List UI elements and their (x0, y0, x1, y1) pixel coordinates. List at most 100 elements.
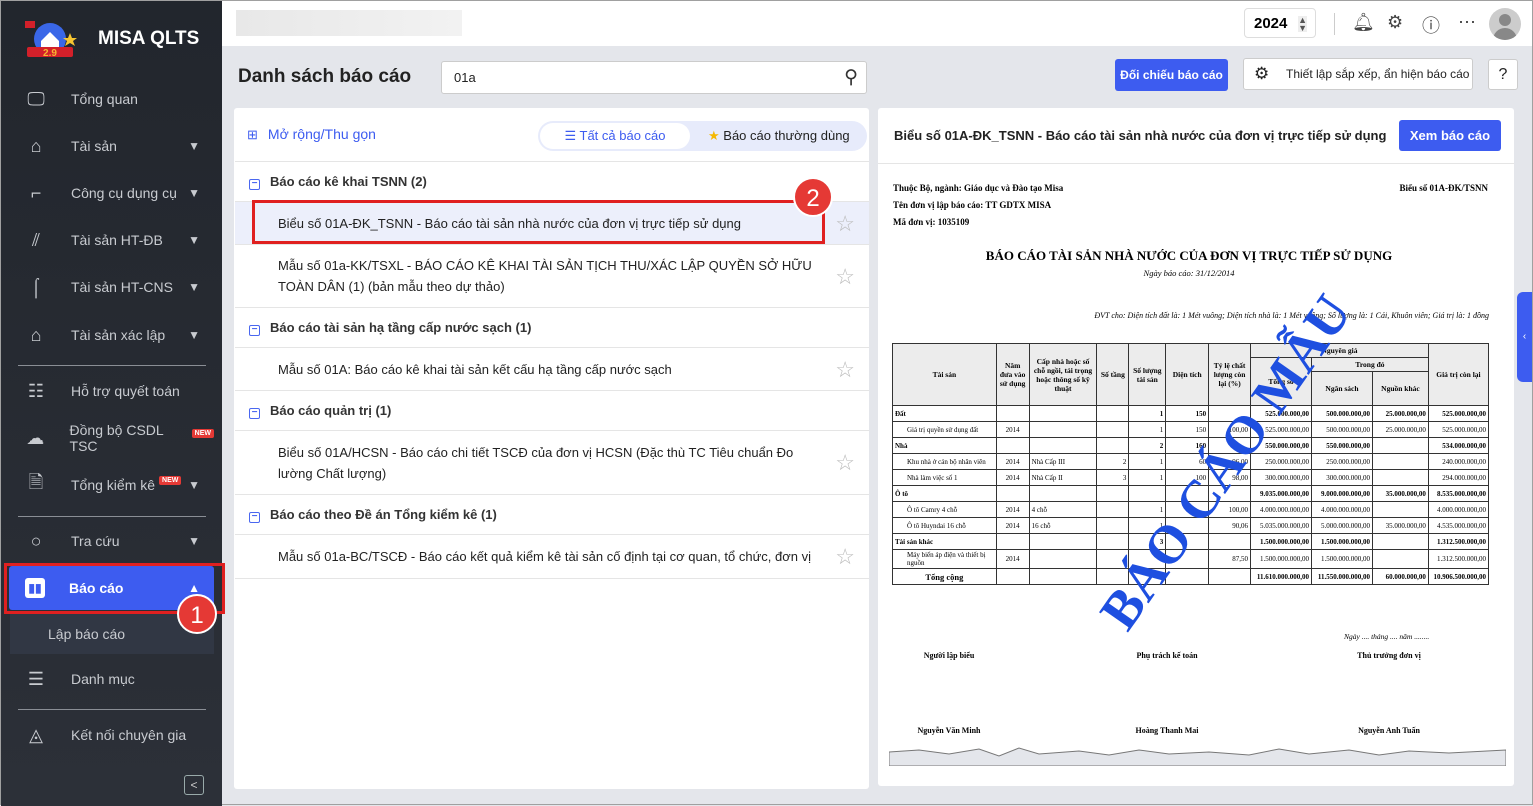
sidebar-item-expert[interactable]: ◬ Kết nối chuyên gia (9, 713, 214, 757)
report-group[interactable]: − Báo cáo kê khai TSNN (2) (235, 162, 869, 202)
list-icon: ☰ (564, 128, 580, 143)
doc-code: Mã đơn vị: 1035109 (893, 217, 970, 227)
gear-icon[interactable]: ⚙ (1387, 12, 1403, 33)
cell-other (1371, 453, 1429, 470)
sidebar-item-inventory[interactable]: 🗎 Tổng kiểm kê NEW ▼ (9, 463, 214, 507)
cell-budget: 9.000.000.000,00 (1311, 485, 1373, 502)
cell-year: 2014 (995, 469, 1030, 486)
report-item[interactable]: Mẫu số 01a-KK/TSXL - BÁO CÁO KÊ KHAI TÀI… (235, 245, 869, 308)
star-icon[interactable]: ☆ (835, 265, 855, 287)
sidebar: 2.9 MISA QLTS 🖵 Tổng quan ⌂ Tài sản ▼ ⌐ Công… (1, 1, 222, 806)
search-icon[interactable]: ⚲ (844, 66, 858, 89)
cell-floors (1096, 501, 1130, 518)
cell-year: 2014 (995, 501, 1030, 518)
sidebar-item-established-assets[interactable]: ⌂ Tài sản xác lập ▼ (9, 313, 214, 357)
chevron-down-icon: ▼ (188, 139, 200, 153)
cell-grade (1028, 421, 1098, 438)
help-icon[interactable]: ⓘ (1422, 12, 1440, 38)
report-group[interactable]: − Báo cáo quản trị (1) (235, 391, 869, 431)
cell-floors (1096, 437, 1130, 454)
sidebar-item-tools[interactable]: ⌐ Công cụ dụng cụ ▼ (9, 171, 214, 215)
star-icon[interactable]: ☆ (835, 212, 855, 234)
cell-grade: Nhà Cấp II (1028, 469, 1098, 486)
divider (18, 709, 206, 710)
expand-collapse-toggle[interactable]: ⊞ Mở rộng/Thu gọn (247, 126, 376, 143)
side-panel-toggle[interactable]: ‹ (1517, 292, 1532, 382)
search-input[interactable]: 01a ⚲ (441, 61, 867, 94)
house-car-icon: ⌂ (30, 324, 42, 345)
report-item[interactable]: Mẫu số 01A: Báo cáo kê khai tài sản kết … (235, 348, 869, 391)
tab-all-reports[interactable]: ☰ Tất cả báo cáo (540, 123, 690, 149)
report-item[interactable]: Biểu số 01A/HCSN - Báo cáo chi tiết TSCĐ… (235, 431, 869, 495)
signer-name: Hoàng Thanh Mai (1135, 726, 1199, 735)
more-icon[interactable]: ⋯ (1458, 12, 1476, 33)
sidebar-item-lookup[interactable]: ○ Tra cứu ▼ (9, 519, 214, 563)
sidebar-item-catalog[interactable]: ☰ Danh mục (9, 657, 214, 701)
report-filter-toggle: ☰ Tất cả báo cáo ★ Báo cáo thường dùng (538, 121, 867, 151)
sidebar-item-label: Hỗ trợ quyết toán (71, 383, 180, 399)
report-item[interactable]: Mẫu số 01a-BC/TSCĐ - Báo cáo kết quả kiể… (235, 535, 869, 579)
star-icon[interactable]: ☆ (835, 358, 855, 380)
search-value: 01a (454, 70, 476, 85)
bell-icon[interactable]: 🔔︎ (1352, 12, 1375, 33)
year-stepper[interactable]: 2024 ▲ ▼ (1244, 8, 1316, 38)
report-group[interactable]: − Báo cáo theo Đề án Tổng kiểm kê (1) (235, 495, 869, 535)
cell-remaining: 1.312.500.000,00 (1427, 549, 1490, 569)
sidebar-item-label: Tài sản HT-CNS (71, 279, 173, 295)
monitor-chart-icon: 🖵 (27, 88, 45, 109)
chevron-down-icon: ▼ (188, 328, 200, 342)
water-pipe-icon: ⌠ (30, 276, 42, 297)
tab-favorite-reports[interactable]: ★ Báo cáo thường dùng (708, 121, 850, 151)
cell-budget: 300.000.000,00 (1311, 469, 1373, 486)
minus-square-icon[interactable]: − (249, 408, 260, 419)
sidebar-item-label: Tổng quan (71, 91, 138, 107)
col-floors: Số tầng (1096, 343, 1130, 406)
signer-role: Phụ trách kế toán (1136, 651, 1198, 660)
cell-other (1371, 501, 1429, 518)
sidebar-item-sync[interactable]: ☁ Đồng bộ CSDL TSC NEW (9, 416, 214, 460)
spinner-icon[interactable]: ▲ ▼ (1298, 16, 1307, 33)
cell-budget: 250.000.000,00 (1311, 453, 1373, 470)
star-icon[interactable]: ☆ (835, 546, 855, 568)
sidebar-item-water-infra[interactable]: ⌠ Tài sản HT-CNS ▼ (9, 265, 214, 309)
sidebar-item-road-infra[interactable]: ⫽ Tài sản HT-ĐB ▼ (9, 218, 214, 262)
sidebar-item-overview[interactable]: 🖵 Tổng quan (9, 77, 214, 121)
compare-reports-button[interactable]: Đối chiếu báo cáo (1115, 59, 1228, 91)
report-settings-button[interactable]: ⚙ Thiết lập sắp xếp, ẩn hiện báo cáo (1243, 58, 1473, 90)
cell-floors (1096, 421, 1130, 438)
cell-grade: 4 chỗ (1028, 501, 1098, 518)
sidebar-item-assets[interactable]: ⌂ Tài sản ▼ (9, 124, 214, 168)
cell-asset: Nhà (892, 437, 997, 454)
help-button[interactable]: ? (1488, 59, 1518, 90)
view-report-button[interactable]: Xem báo cáo (1399, 120, 1501, 151)
table-row: Đất 1 150 525.000.000,00 500.000.000,00 25.00… (892, 405, 1490, 422)
avatar[interactable] (1489, 8, 1521, 40)
report-group[interactable]: − Báo cáo tài sản hạ tầng cấp nước sạch (… (235, 308, 869, 348)
report-group-title: Báo cáo quản trị (1) (270, 403, 392, 418)
cell-total: 5.035.000.000,00 (1250, 517, 1313, 534)
minus-square-icon[interactable]: − (249, 325, 260, 336)
cell-qty: 1 (1128, 421, 1167, 438)
sidebar-item-settlement[interactable]: ☷ Hỗ trợ quyết toán (9, 369, 214, 413)
doc-title: BÁO CÁO TÀI SẢN NHÀ NƯỚC CỦA ĐƠN VỊ TRỰC… (985, 248, 1393, 263)
paint-roller-icon: ⌐ (30, 182, 42, 203)
cell-budget: 550.000.000,00 (1311, 437, 1373, 454)
cell-remaining: 10.906.500.000,00 (1427, 568, 1490, 585)
sidebar-item-label: Công cụ dụng cụ (71, 185, 177, 201)
minus-square-icon[interactable]: − (249, 512, 260, 523)
chevron-down-icon: ▼ (188, 186, 200, 200)
signer-role: Thủ trưởng đơn vị (1357, 651, 1421, 660)
minus-square-icon[interactable]: − (249, 179, 260, 190)
star-icon[interactable]: ☆ (835, 452, 855, 474)
cell-quality (1208, 568, 1252, 585)
list-icon: ☰ (27, 668, 45, 689)
misa-logo: 2.9 (25, 21, 77, 59)
cell-asset: Tổng cộng (892, 568, 997, 585)
signer-role: Người lập biểu (923, 651, 975, 660)
cell-remaining: 525.000.000,00 (1427, 421, 1490, 438)
cell-year (995, 533, 1030, 550)
cell-remaining: 1.312.500.000,00 (1427, 533, 1490, 550)
app-name: MISA QLTS (98, 28, 200, 49)
collapse-sidebar-button[interactable]: < (184, 775, 204, 795)
report-preview-document: Thuộc Bộ, ngành: Giáo dục và Đào tạo Mis… (889, 171, 1506, 766)
